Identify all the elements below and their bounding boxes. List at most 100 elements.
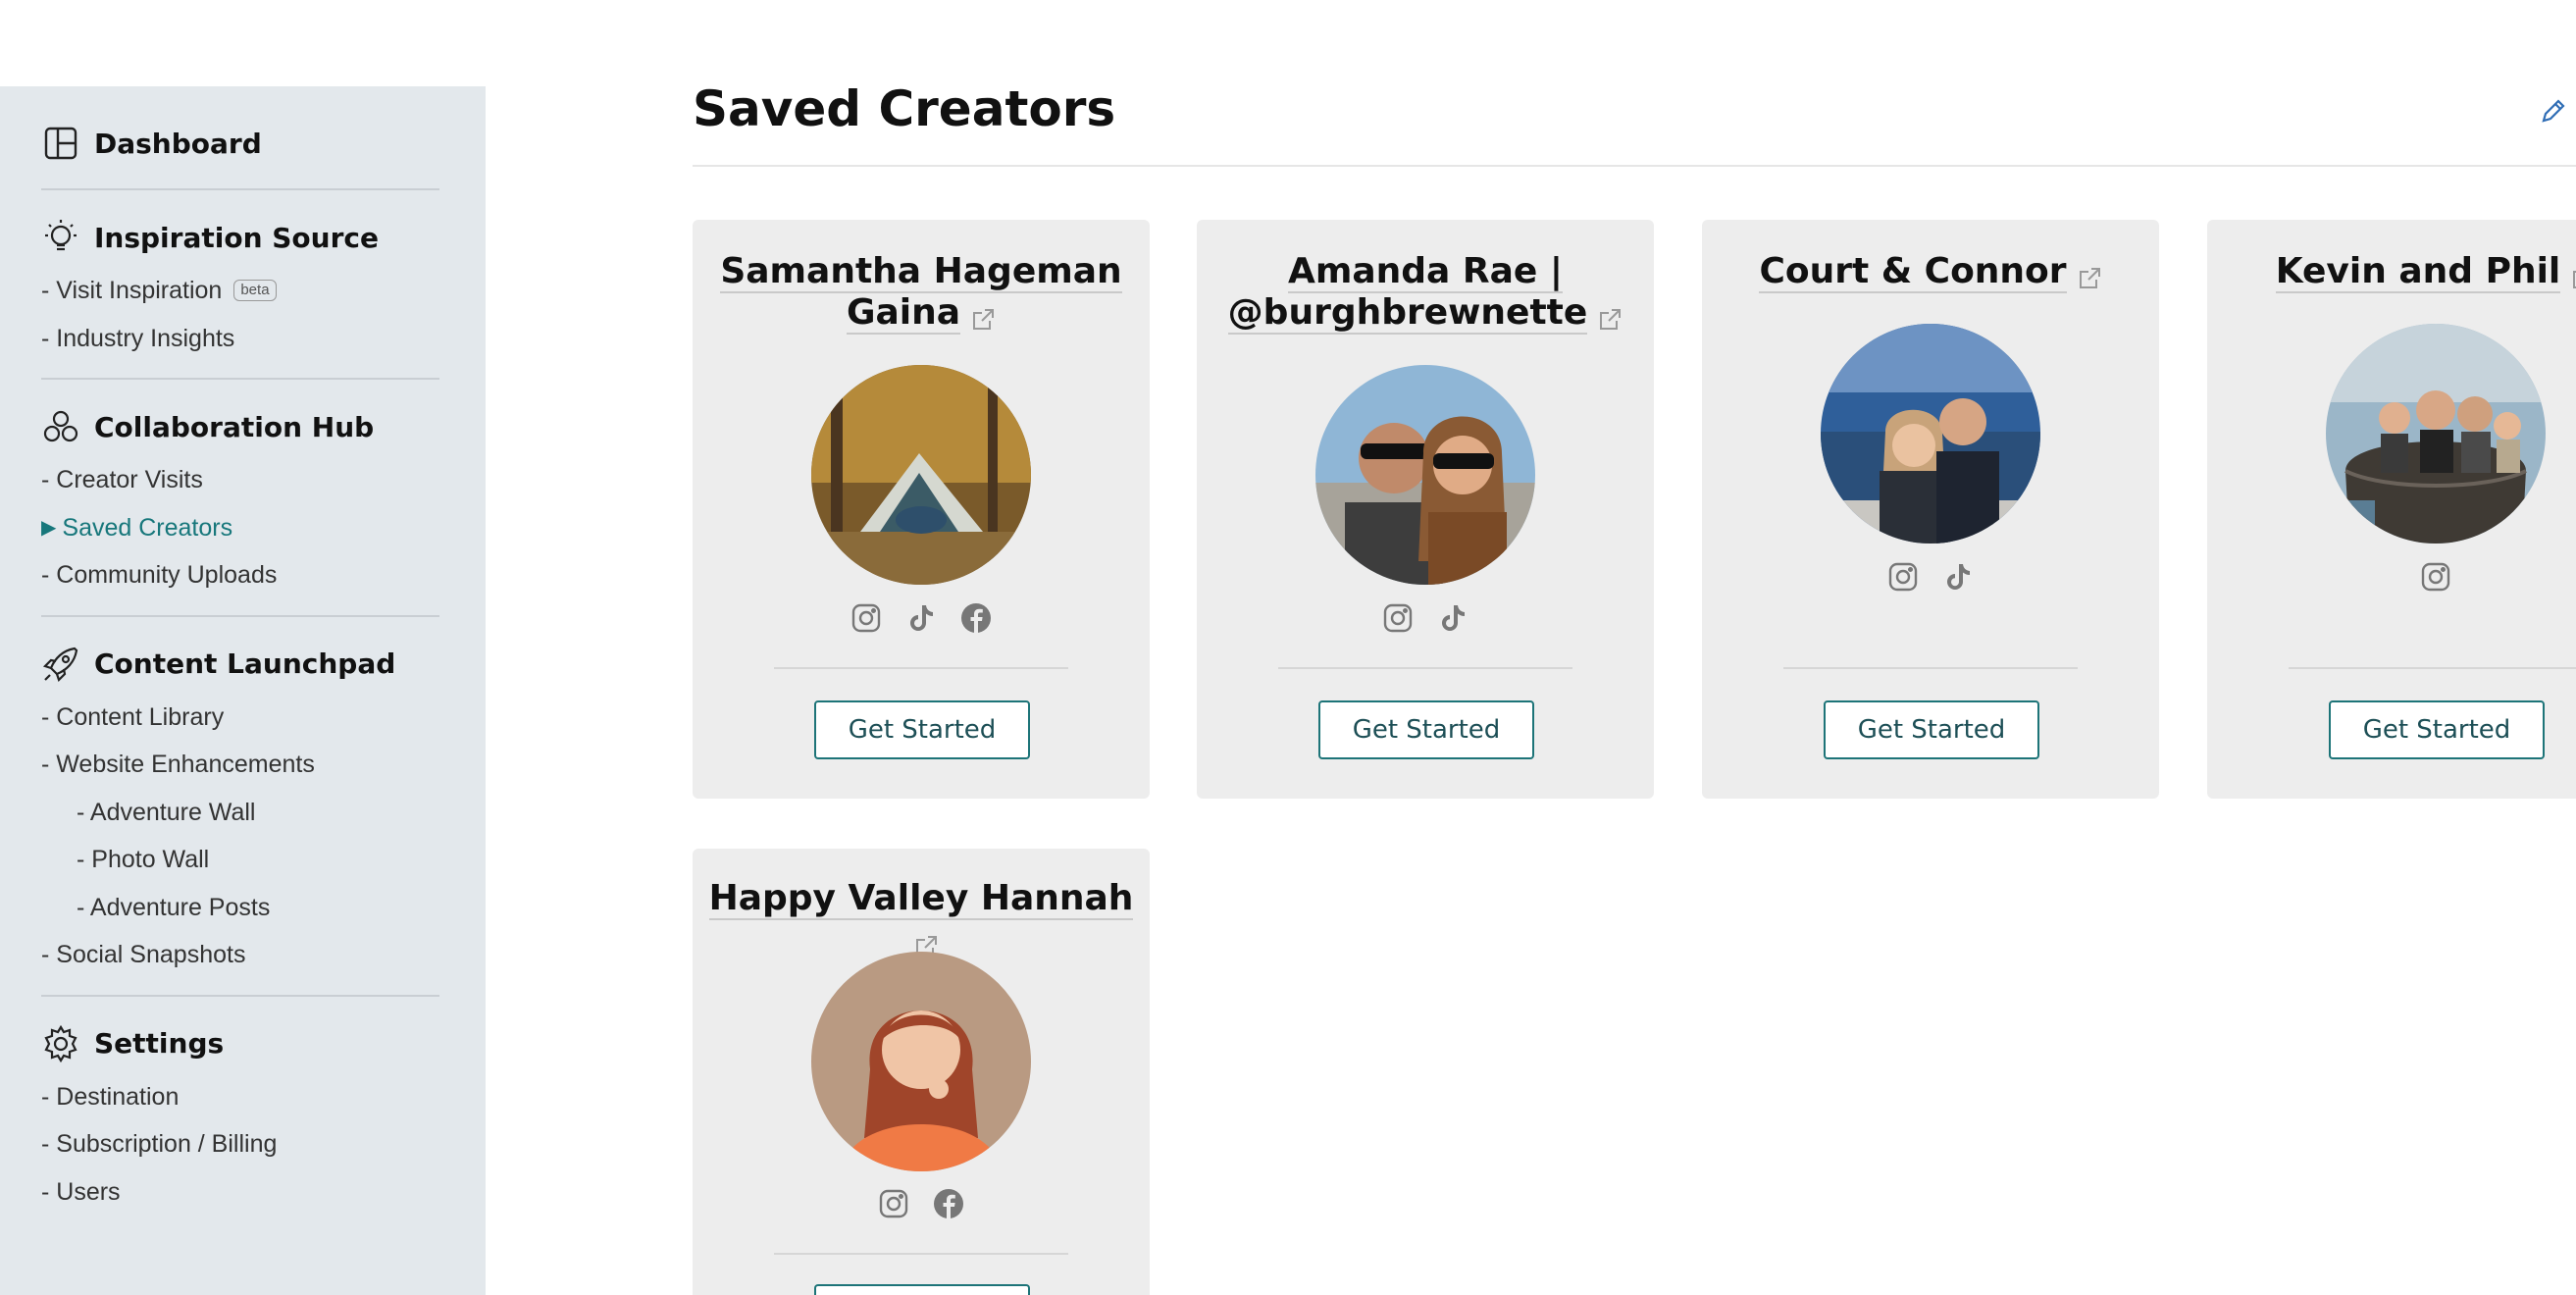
- card-divider: [1783, 667, 2078, 669]
- sidebar-item-label: Saved Creators: [62, 513, 233, 542]
- creator-name[interactable]: Samantha Hageman Gaina: [693, 251, 1150, 335]
- sidebar-item-destination[interactable]: - Destination: [41, 1073, 486, 1121]
- get-started-button[interactable]: Get Started: [814, 700, 1030, 759]
- instagram-icon[interactable]: [876, 1186, 911, 1221]
- sidebar-divider: [41, 378, 439, 380]
- sidebar-item-dashboard[interactable]: Dashboard: [41, 114, 486, 173]
- external-link-icon[interactable]: [1597, 301, 1623, 330]
- get-started-button[interactable]: Get Started: [2329, 700, 2545, 759]
- get-started-button[interactable]: Get Started: [1318, 700, 1534, 759]
- sidebar-section-collaboration[interactable]: Collaboration Hub: [41, 397, 486, 456]
- external-link-icon[interactable]: [2570, 260, 2576, 288]
- get-started-button[interactable]: [814, 1284, 1030, 1295]
- creator-name-line: Amanda Rae |: [1287, 251, 1563, 293]
- sidebar-item-social-snapshots[interactable]: - Social Snapshots: [41, 931, 486, 979]
- creator-name-line: Happy Valley Hannah: [708, 878, 1134, 920]
- sidebar-item-content-library[interactable]: - Content Library: [41, 694, 486, 742]
- facebook-icon[interactable]: [958, 600, 994, 636]
- sidebar-item-subscription-billing[interactable]: - Subscription / Billing: [41, 1120, 486, 1168]
- sidebar-item-label: - Subscription / Billing: [41, 1130, 278, 1158]
- social-links: [693, 600, 1150, 636]
- caret-right-icon: ▶: [41, 516, 57, 539]
- instagram-icon[interactable]: [849, 600, 884, 636]
- creator-name[interactable]: Court & Connor: [1702, 251, 2159, 293]
- get-started-button[interactable]: Get Started: [1824, 700, 2039, 759]
- sidebar-section-title: Inspiration Source: [94, 221, 379, 254]
- gear-icon: [41, 1024, 80, 1063]
- sidebar-item-label: Dashboard: [94, 127, 262, 160]
- creator-avatar: [1821, 324, 2040, 544]
- creator-name[interactable]: Kevin and Phil: [2207, 251, 2576, 293]
- creator-card: Amanda Rae | @burghbrewnette Get Started: [1197, 220, 1654, 799]
- instagram-icon[interactable]: [1885, 559, 1921, 595]
- creator-name[interactable]: Amanda Rae | @burghbrewnette: [1197, 251, 1654, 335]
- card-divider: [1278, 667, 1572, 669]
- sidebar-section-title: Collaboration Hub: [94, 410, 375, 443]
- sidebar-item-creator-visits[interactable]: - Creator Visits: [41, 456, 486, 504]
- creator-avatar: [1315, 365, 1535, 585]
- card-divider: [774, 1253, 1068, 1255]
- creator-name-line: Gaina: [846, 292, 961, 335]
- layout-icon: [41, 124, 80, 163]
- sidebar-item-visit-inspiration[interactable]: - Visit Inspiration beta: [41, 267, 486, 315]
- sidebar-item-community-uploads[interactable]: - Community Uploads: [41, 551, 486, 599]
- edit-pencil-icon[interactable]: [2539, 96, 2568, 126]
- creator-name-line: Court & Connor: [1759, 251, 2067, 293]
- tiktok-icon[interactable]: [1940, 559, 1976, 595]
- sidebar-item-label: - Creator Visits: [41, 466, 203, 493]
- external-link-icon[interactable]: [970, 301, 996, 330]
- tiktok-icon[interactable]: [1435, 600, 1470, 636]
- sidebar-divider: [41, 614, 439, 617]
- sidebar-item-label: - Social Snapshots: [41, 941, 246, 968]
- creator-name[interactable]: Happy Valley Hannah: [693, 878, 1150, 960]
- sidebar-item-photo-wall[interactable]: - Photo Wall: [41, 836, 486, 884]
- social-links: [693, 1186, 1150, 1221]
- sidebar-divider: [41, 994, 439, 997]
- sidebar-item-website-enhancements[interactable]: - Website Enhancements: [41, 741, 486, 789]
- creator-avatar: [2326, 324, 2546, 544]
- sidebar-item-label: - Adventure Wall: [77, 798, 256, 826]
- sidebar-item-label: - Adventure Posts: [77, 893, 271, 921]
- creator-avatar: [811, 952, 1031, 1171]
- social-links: [2207, 559, 2576, 595]
- sidebar-item-label: - Destination: [41, 1082, 180, 1111]
- instagram-icon[interactable]: [1380, 600, 1416, 636]
- sidebar-item-label: - Photo Wall: [77, 846, 210, 873]
- creator-card: Court & Connor Get Started: [1702, 220, 2159, 799]
- external-link-icon[interactable]: [913, 928, 939, 957]
- sidebar-item-label: - Industry Insights: [41, 324, 235, 352]
- external-link-icon[interactable]: [2077, 260, 2102, 288]
- sidebar-item-label: - Community Uploads: [41, 561, 278, 589]
- beta-badge: beta: [233, 280, 277, 302]
- sidebar-item-users[interactable]: - Users: [41, 1168, 486, 1217]
- sidebar-section-title: Settings: [94, 1027, 225, 1060]
- facebook-icon[interactable]: [931, 1186, 966, 1221]
- lightbulb-icon: [41, 218, 80, 257]
- instagram-icon[interactable]: [2418, 559, 2453, 595]
- creator-avatar: [811, 365, 1031, 585]
- tiktok-icon[interactable]: [903, 600, 939, 636]
- sidebar-section-settings[interactable]: Settings: [41, 1014, 486, 1073]
- social-links: [1197, 600, 1654, 636]
- card-divider: [774, 667, 1068, 669]
- title-divider: [693, 165, 2576, 167]
- creator-card: Samantha Hageman Gaina Get Started: [693, 220, 1150, 799]
- sidebar-section-title: Content Launchpad: [94, 648, 396, 680]
- page-title: Saved Creators: [693, 80, 1116, 137]
- creator-card: Kevin and Phil Get Started: [2207, 220, 2576, 799]
- creator-card: Happy Valley Hannah: [693, 849, 1150, 1295]
- creator-name-line: Kevin and Phil: [2275, 251, 2561, 293]
- sidebar-item-label: - Website Enhancements: [41, 751, 315, 778]
- sidebar-section-content[interactable]: Content Launchpad: [41, 635, 486, 694]
- card-divider: [2289, 667, 2576, 669]
- sidebar-section-inspiration[interactable]: Inspiration Source: [41, 208, 486, 267]
- sidebar-item-saved-creators[interactable]: ▶ Saved Creators: [41, 504, 486, 552]
- creator-name-line: Samantha Hageman: [720, 251, 1122, 293]
- sidebar-item-label: - Content Library: [41, 702, 225, 731]
- group-icon: [41, 407, 80, 446]
- social-links: [1702, 559, 2159, 595]
- sidebar-item-adventure-wall[interactable]: - Adventure Wall: [41, 789, 486, 837]
- sidebar-item-adventure-posts[interactable]: - Adventure Posts: [41, 884, 486, 932]
- rocket-icon: [41, 645, 80, 684]
- sidebar-item-industry-insights[interactable]: - Industry Insights: [41, 315, 486, 363]
